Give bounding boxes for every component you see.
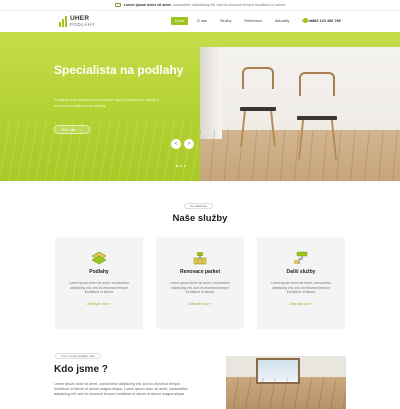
top-info-bar: Lorem ipsum dolor sit amet, consectetur …	[0, 0, 400, 11]
card-link[interactable]: Zobrazit více »	[156, 302, 244, 306]
floor-tiles-icon	[91, 251, 107, 265]
logo-bars-icon	[59, 16, 68, 27]
nav-item-sluzby[interactable]: Služby	[216, 17, 235, 25]
hero-more-label: Více info	[61, 127, 76, 132]
hero-text: Podlahy a produkcemi vrcholných typů pod…	[54, 97, 159, 108]
paint-roller-icon	[294, 251, 308, 264]
photo-window	[200, 47, 222, 139]
logo-name: UHER	[70, 15, 90, 22]
chair-left	[238, 67, 278, 148]
photo-wood-floor	[226, 378, 346, 409]
hero-more-button[interactable]: Více info →	[54, 125, 90, 134]
services-title: Naše služby	[172, 213, 228, 224]
about-text: Lorem ipsum dolor sit amet, consectetur …	[54, 382, 188, 396]
service-card[interactable]: Další služby Lorem ipsum dolor sit amet,…	[257, 237, 345, 329]
nav-item-uvod[interactable]: Úvod	[171, 17, 188, 25]
mail-icon	[114, 3, 121, 7]
site-header: UHER PODLAHY Úvod O nás Služby Reference…	[0, 11, 400, 32]
chevron-left-icon[interactable]: ‹	[171, 139, 181, 149]
service-card[interactable]: Renovace parket Lorem ipsum dolor sit am…	[156, 237, 244, 329]
top-info-text: Lorem ipsum dolor sit amet, consectetur …	[124, 3, 286, 7]
hero-floor-texture	[0, 122, 200, 181]
card-text: Lorem ipsum dolor sit amet, consectetur …	[270, 281, 332, 295]
about-photo	[226, 356, 346, 409]
card-link[interactable]: Zobrazit více »	[257, 302, 345, 306]
card-text: Lorem ipsum dolor sit amet, consectetur …	[169, 281, 231, 295]
nav-item-o-nas[interactable]: O nás	[193, 17, 211, 25]
nav-item-aktuality[interactable]: Aktuality	[271, 17, 293, 25]
hero-title: Specialista na podlahy	[54, 63, 184, 77]
about-pill: Více o firmě podlahy uher	[55, 353, 102, 359]
card-title: Další služby	[286, 269, 316, 275]
card-link[interactable]: Zobrazit více »	[55, 302, 143, 306]
slider-dot[interactable]	[184, 165, 186, 167]
about-title: Kdo jsme ?	[54, 364, 108, 375]
arrow-right-icon: →	[78, 127, 83, 132]
parquet-renovation-icon	[193, 252, 207, 265]
phone-number: +420 123 456 789	[310, 18, 341, 23]
top-info-rest: , consectetur adipisicing elit, sed do e…	[170, 3, 286, 7]
chair-right	[295, 72, 340, 160]
phone-contact[interactable]: +420 123 456 789	[303, 18, 341, 23]
slider-dot[interactable]	[176, 165, 178, 167]
logo-subtitle: PODLAHY	[70, 22, 96, 27]
slider-dots	[176, 165, 186, 167]
card-text: Lorem ipsum dolor sit amet, consectetur …	[68, 281, 130, 295]
main-nav: Úvod O nás Služby Reference Aktuality Ko…	[171, 17, 319, 25]
services-pill: Co nabízíme	[184, 203, 214, 209]
card-title: Podlahy	[89, 269, 109, 275]
card-title: Renovace parket	[179, 269, 221, 275]
top-info-bold: Lorem ipsum dolor sit amet	[123, 3, 171, 7]
phone-icon	[303, 18, 308, 23]
nav-item-reference[interactable]: Reference	[240, 17, 266, 25]
chevron-right-icon[interactable]: ›	[184, 139, 194, 149]
logo[interactable]: UHER PODLAHY	[59, 15, 96, 29]
service-card[interactable]: Podlahy Lorem ipsum dolor sit amet, cons…	[55, 237, 143, 329]
hero-photo	[200, 47, 400, 181]
slider-dot[interactable]	[180, 165, 182, 167]
hero-slider: Specialista na podlahy Podlahy a produkc…	[0, 32, 400, 181]
